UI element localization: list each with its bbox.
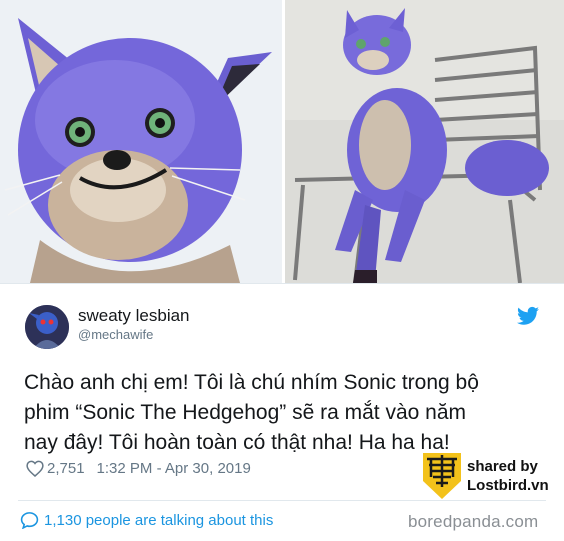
watermark-line-2: Lostbird.vn xyxy=(467,477,549,494)
speech-bubble-icon xyxy=(20,512,39,529)
fox-chair-image xyxy=(285,0,564,283)
fox-closeup-photo[interactable] xyxy=(0,0,282,283)
tweet-text: Chào anh chị em! Tôi là chú nhím Sonic t… xyxy=(24,368,544,458)
tweet-meta: 2,751 1:32 PM - Apr 30, 2019 xyxy=(26,460,251,477)
twitter-bird-icon[interactable] xyxy=(517,306,539,326)
watermark-line-1: shared by xyxy=(467,458,538,475)
conversation-separator xyxy=(18,500,546,501)
display-name[interactable]: sweaty lesbian xyxy=(78,306,190,326)
photo-tweet-separator xyxy=(0,283,564,284)
conversation-label[interactable]: 1,130 people are talking about this xyxy=(44,512,273,529)
fox-closeup-image xyxy=(0,0,282,283)
source-watermark: boredpanda.com xyxy=(408,512,539,531)
heart-icon[interactable] xyxy=(26,460,44,477)
tweet-timestamp[interactable]: 1:32 PM - Apr 30, 2019 xyxy=(97,460,251,477)
tweet-line-2: phim “Sonic The Hedgehog” sẽ ra mắt vào … xyxy=(24,401,467,424)
lostbird-logo-icon xyxy=(423,453,461,499)
avatar[interactable] xyxy=(25,305,69,349)
user-handle[interactable]: @mechawife xyxy=(78,327,153,342)
avatar-image xyxy=(25,305,69,349)
watermark-text: shared by Lostbird.vn xyxy=(467,457,549,495)
tweet-line-1: Chào anh chị em! Tôi là chú nhím Sonic t… xyxy=(24,371,479,394)
conversation-link[interactable]: 1,130 people are talking about this xyxy=(20,511,273,529)
lostbird-watermark: shared by Lostbird.vn xyxy=(421,451,549,501)
fox-chair-photo[interactable] xyxy=(285,0,564,283)
like-count[interactable]: 2,751 xyxy=(47,460,85,477)
tweet-card: sweaty lesbian @mechawife Chào anh chị e… xyxy=(0,0,564,541)
